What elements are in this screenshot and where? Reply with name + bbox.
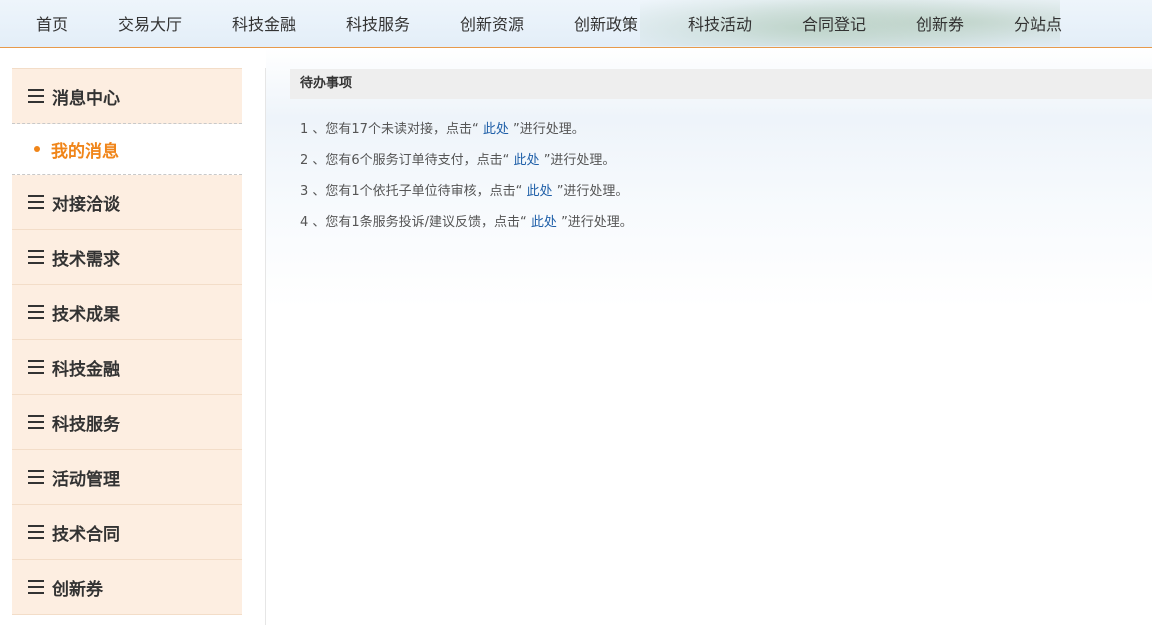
sidebar-divider [265, 68, 266, 625]
sidebar-item-label: 创新券 [52, 579, 103, 600]
panel-title: 待办事项 [290, 69, 1152, 99]
todo-text: 1 、您有17个未读对接，点击“ [300, 122, 483, 137]
nav-substations[interactable]: 分站点 [1014, 14, 1062, 36]
todo-text-suffix: ”进行处理。 [552, 184, 629, 199]
sidebar-item-label: 对接洽谈 [52, 194, 120, 215]
sidebar-item-tech-demand[interactable]: 技术需求 [12, 230, 242, 285]
nav-contract-registration[interactable]: 合同登记 [802, 14, 866, 36]
menu-icon [28, 470, 44, 484]
todo-item: 3 、您有1个依托子单位待审核，点击“ 此处 ”进行处理。 [300, 181, 633, 212]
sidebar-item-activity-management[interactable]: 活动管理 [12, 450, 242, 505]
bullet-icon [34, 146, 40, 152]
sidebar-subitem-label: 我的消息 [51, 141, 119, 162]
todo-text-suffix: ”进行处理。 [556, 215, 633, 230]
sidebar-item-tech-service[interactable]: 科技服务 [12, 395, 242, 450]
nav-tech-activities[interactable]: 科技活动 [688, 14, 752, 36]
todo-list: 1 、您有17个未读对接，点击“ 此处 ”进行处理。 2 、您有6个服务订单待支… [300, 119, 633, 243]
sidebar-item-label: 技术合同 [52, 524, 120, 545]
sidebar-item-negotiation[interactable]: 对接洽谈 [12, 175, 242, 230]
menu-icon [28, 360, 44, 374]
sidebar: 消息中心 我的消息 对接洽谈 技术需求 技术成果 科技金融 科技服务 活动管理 … [12, 68, 242, 615]
todo-item: 4 、您有1条服务投诉/建议反馈，点击“ 此处 ”进行处理。 [300, 212, 633, 243]
sidebar-item-label: 技术需求 [52, 249, 120, 270]
todo-item: 1 、您有17个未读对接，点击“ 此处 ”进行处理。 [300, 119, 633, 150]
menu-icon [28, 580, 44, 594]
menu-icon [28, 89, 44, 103]
sidebar-item-message-center[interactable]: 消息中心 [12, 68, 242, 124]
menu-icon [28, 305, 44, 319]
todo-item: 2 、您有6个服务订单待支付，点击“ 此处 ”进行处理。 [300, 150, 633, 181]
todo-text: 4 、您有1条服务投诉/建议反馈，点击“ [300, 215, 531, 230]
todo-link[interactable]: 此处 [514, 153, 540, 168]
todo-link[interactable]: 此处 [527, 184, 553, 199]
nav-home[interactable]: 首页 [36, 14, 68, 36]
menu-icon [28, 195, 44, 209]
sidebar-item-tech-achievements[interactable]: 技术成果 [12, 285, 242, 340]
menu-icon [28, 415, 44, 429]
menu-icon [28, 525, 44, 539]
sidebar-item-label: 活动管理 [52, 469, 120, 490]
sidebar-item-label: 科技金融 [52, 359, 120, 380]
todo-text-suffix: ”进行处理。 [539, 153, 616, 168]
sidebar-item-label: 科技服务 [52, 414, 120, 435]
nav-innovation-resources[interactable]: 创新资源 [460, 14, 524, 36]
todo-text-suffix: ”进行处理。 [508, 122, 585, 137]
sidebar-item-tech-contract[interactable]: 技术合同 [12, 505, 242, 560]
menu-icon [28, 250, 44, 264]
nav-tech-service[interactable]: 科技服务 [346, 14, 410, 36]
sidebar-item-tech-finance[interactable]: 科技金融 [12, 340, 242, 395]
top-navigation: 首页 交易大厅 科技金融 科技服务 创新资源 创新政策 科技活动 合同登记 创新… [0, 0, 1152, 48]
nav-trading-hall[interactable]: 交易大厅 [118, 14, 182, 36]
nav-innovation-voucher[interactable]: 创新券 [916, 14, 964, 36]
sidebar-subitem-my-messages[interactable]: 我的消息 [12, 124, 242, 175]
sidebar-item-innovation-voucher[interactable]: 创新券 [12, 560, 242, 615]
nav-tech-finance[interactable]: 科技金融 [232, 14, 296, 36]
sidebar-item-label: 消息中心 [52, 88, 120, 109]
nav-innovation-policy[interactable]: 创新政策 [574, 14, 638, 36]
sidebar-item-label: 技术成果 [52, 304, 120, 325]
todo-link[interactable]: 此处 [483, 122, 509, 137]
todo-text: 2 、您有6个服务订单待支付，点击“ [300, 153, 514, 168]
todo-link[interactable]: 此处 [531, 215, 557, 230]
todo-text: 3 、您有1个依托子单位待审核，点击“ [300, 184, 527, 199]
